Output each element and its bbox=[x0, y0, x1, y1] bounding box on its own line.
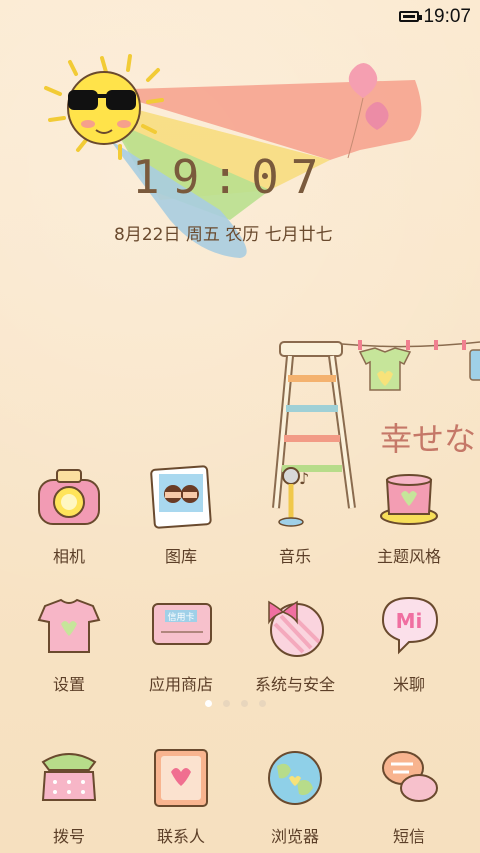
app-label: 主题风格 bbox=[376, 547, 441, 566]
page-dot[interactable] bbox=[205, 700, 212, 707]
contacts-icon bbox=[154, 749, 208, 807]
app-label: 相机 bbox=[52, 547, 85, 566]
app-label: 音乐 bbox=[278, 547, 311, 566]
status-time: 19:07 bbox=[423, 6, 471, 27]
music-icon: ♪ bbox=[278, 467, 309, 527]
settings-icon bbox=[37, 598, 101, 653]
app-label: 设置 bbox=[52, 675, 85, 694]
browser-icon bbox=[268, 751, 322, 805]
app-app-store[interactable]: 信用卡 应用商店 bbox=[126, 590, 236, 695]
app-label: 联系人 bbox=[156, 827, 205, 846]
app-gallery[interactable]: 图库 bbox=[126, 462, 236, 567]
miliao-badge: Mi bbox=[396, 609, 423, 633]
app-settings[interactable]: 设置 bbox=[14, 590, 124, 695]
theme-icon bbox=[380, 474, 438, 525]
messages-icon bbox=[382, 751, 438, 802]
app-label: 图库 bbox=[164, 547, 197, 566]
status-bar: 19:07 bbox=[0, 0, 480, 34]
app-miliao[interactable]: Mi 米聊 bbox=[354, 590, 464, 695]
security-icon bbox=[268, 600, 324, 657]
gallery-icon bbox=[150, 465, 212, 529]
app-music[interactable]: ♪ 音乐 bbox=[240, 462, 350, 567]
dock-browser[interactable]: 浏览器 bbox=[240, 742, 350, 847]
dock-contacts[interactable]: 联系人 bbox=[126, 742, 236, 847]
app-security[interactable]: 系统与安全 bbox=[240, 590, 350, 695]
page-indicator[interactable] bbox=[205, 700, 266, 707]
page-dot[interactable] bbox=[241, 700, 248, 707]
app-label: 短信 bbox=[392, 827, 425, 846]
camera-icon bbox=[38, 469, 100, 525]
app-theme[interactable]: 主题风格 bbox=[354, 462, 464, 567]
gallery-card-text: 信用卡 bbox=[167, 611, 194, 623]
app-label: 应用商店 bbox=[148, 675, 213, 694]
app-label: 米聊 bbox=[392, 675, 425, 694]
widget-clock[interactable]: 19:07 bbox=[132, 150, 330, 204]
app-label: 浏览器 bbox=[270, 827, 319, 846]
widget-date[interactable]: 8月22日 周五 农历 七月廿七 bbox=[114, 220, 333, 245]
page-dot[interactable] bbox=[259, 700, 266, 707]
svg-text:♪: ♪ bbox=[299, 469, 309, 488]
miliao-icon: Mi bbox=[381, 596, 439, 655]
dock-phone[interactable]: 拨号 bbox=[14, 742, 124, 847]
app-store-icon: 信用卡 bbox=[152, 603, 212, 645]
battery-icon bbox=[399, 11, 422, 22]
page-dot[interactable] bbox=[223, 700, 230, 707]
dock-messages[interactable]: 短信 bbox=[354, 742, 464, 847]
app-label: 系统与安全 bbox=[254, 675, 335, 694]
wallpaper-sign-text: 幸せな bbox=[380, 420, 476, 458]
phone-icon bbox=[41, 753, 97, 801]
app-camera[interactable]: 相机 bbox=[14, 462, 124, 567]
app-label: 拨号 bbox=[52, 827, 85, 846]
